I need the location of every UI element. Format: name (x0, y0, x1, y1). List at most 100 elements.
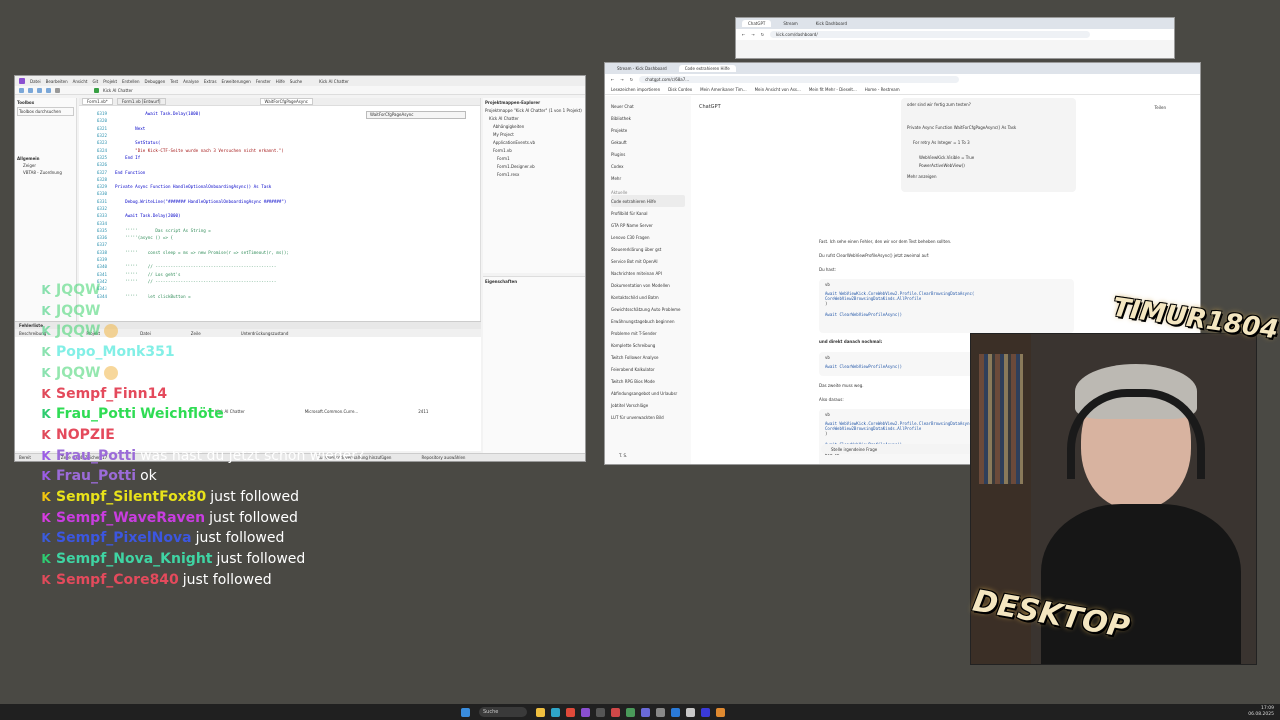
menu-item[interactable]: Suche (290, 79, 302, 84)
sidebar-nav-item[interactable]: Codex (611, 160, 685, 172)
solution-item[interactable]: Kick AI Chatter (485, 116, 585, 124)
bookmark-item[interactable]: Mein Amerikaner Tim... (700, 87, 746, 92)
code-area[interactable]: 6319 Await Task.Delay(1000) 6320 6321 Next… (79, 110, 480, 300)
url-field[interactable]: chatgpt.com/c/68a7... (639, 76, 960, 83)
system-clock[interactable]: 17:09 06.08.2025 (1248, 706, 1274, 718)
solution-item[interactable]: Form1.vb (485, 148, 585, 156)
chat-history-item[interactable]: Dokumentation von Modellen (611, 279, 685, 291)
solution-item[interactable]: Form1.Designer.vb (485, 164, 585, 172)
reload-icon[interactable]: ↻ (761, 32, 764, 37)
chat-history-item[interactable]: Lenovo C30 Fragen (611, 231, 685, 243)
chat-history-item[interactable]: Komplette Schreibung (611, 339, 685, 351)
chat-history-item[interactable]: Service Bot mit OpenAI (611, 255, 685, 267)
solution-item[interactable]: Abhängigkeiten (485, 124, 585, 132)
share-button[interactable]: Teilen (1155, 105, 1166, 110)
explorer-icon[interactable] (536, 707, 545, 717)
reload-icon[interactable]: ↻ (630, 77, 633, 82)
menu-item[interactable]: Debuggen (145, 79, 166, 84)
menu-item[interactable]: Hilfe (276, 79, 285, 84)
sidebar-nav-item[interactable]: Mehr (611, 172, 685, 184)
menu-item[interactable]: Projekt (103, 79, 117, 84)
solution-item[interactable]: Form1 (485, 156, 585, 164)
chat-history-item[interactable]: Steuererklärung über gst (611, 243, 685, 255)
app-icon[interactable] (611, 707, 620, 717)
tab-form1-design[interactable]: Form1.vb [Entwurf] (116, 98, 166, 105)
error-column-header[interactable]: Zeile (191, 331, 201, 336)
user-name[interactable]: T. S. (619, 453, 627, 458)
menu-item[interactable]: Git (92, 79, 98, 84)
solution-item[interactable]: ApplicationEvents.vb (485, 140, 585, 148)
app-icon[interactable] (656, 707, 665, 717)
menu-item[interactable]: Ansicht (73, 79, 88, 84)
bookmark-item[interactable]: Mein Ansicht von Ass... (755, 87, 801, 92)
app-icon[interactable] (641, 707, 650, 717)
chat-history-item[interactable]: Kontaktschild und Batm (611, 291, 685, 303)
solution-item[interactable]: Projektmappe "Kick AI Chatter" (1 von 1 … (485, 108, 585, 116)
chat-history-item[interactable]: Code extrahieren Hilfe (611, 195, 685, 207)
chat-history-item[interactable]: Erwähnungstagebuch beginnen (611, 315, 685, 327)
toolbox-item[interactable]: Zeiger (17, 163, 74, 168)
browser-tab[interactable]: Kick Dashboard (810, 20, 853, 27)
browser-tab[interactable]: Stream - Kick Dashboard (611, 65, 673, 72)
find-box[interactable]: WaitForCfgPageAsync (366, 111, 466, 119)
start-icon[interactable] (94, 87, 99, 93)
toolbox-group[interactable]: Allgemein (17, 156, 74, 161)
tab-form1-code[interactable]: Form1.vb* (82, 98, 113, 105)
back-arrow-icon[interactable]: ← (611, 77, 614, 82)
menu-item[interactable]: Fenster (256, 79, 271, 84)
toolbox-item[interactable]: VBTA8 - Zuordnung (17, 170, 74, 175)
chat-history-item[interactable]: Jobtitel Vorschläge (611, 399, 685, 411)
chat-history-item[interactable]: Twitch Follower Analyse (611, 351, 685, 363)
show-more-button[interactable]: Mehr anzeigen (907, 174, 1070, 179)
chat-history-item[interactable]: Profilbild für Kanal (611, 207, 685, 219)
chat-history-item[interactable]: Feierabend Kalkulator (611, 363, 685, 375)
browser-tab[interactable]: Stream (777, 20, 803, 27)
sidebar-nav-item[interactable]: Bibliothek (611, 112, 685, 124)
bookmark-item[interactable]: Mein fit Mehr - Dieselt... (809, 87, 857, 92)
app-icon[interactable] (716, 707, 725, 717)
error-column-header[interactable]: Datei (140, 331, 151, 336)
start-project-label[interactable]: Kick AI Chatter (103, 88, 133, 93)
start-icon[interactable] (461, 707, 470, 717)
status-repo[interactable]: Repository auswählen (421, 455, 465, 460)
browser-tab[interactable]: ChatGPT (742, 20, 772, 27)
menu-item[interactable]: Test (170, 79, 178, 84)
chat-history-item[interactable]: Nachrichten miteinan API (611, 267, 685, 279)
edge-icon[interactable] (551, 707, 560, 717)
toolbox-search[interactable]: Toolbox durchsuchen (17, 107, 74, 116)
forward-arrow-icon[interactable]: → (751, 32, 754, 37)
error-column-header[interactable]: Unterdrückungszustand (241, 331, 289, 336)
chat-history-item[interactable]: Abfindungsangebot und Urlaubsr (611, 387, 685, 399)
menu-item[interactable]: Extras (204, 79, 217, 84)
sidebar-nav-item[interactable]: Plugins (611, 148, 685, 160)
redo-icon[interactable] (55, 87, 60, 93)
menu-item[interactable]: Erstellen (122, 79, 140, 84)
sidebar-nav-item[interactable]: Gekauft (611, 136, 685, 148)
chat-history-item[interactable]: LUT für unverwackten Bild (611, 411, 685, 423)
bookmark-item[interactable]: Home - Restream (865, 87, 900, 92)
visual-studio-icon[interactable] (581, 707, 590, 717)
chat-history-item[interactable]: GTA RP Name Server (611, 219, 685, 231)
save-icon[interactable] (37, 87, 42, 93)
forward-arrow-icon[interactable]: → (620, 77, 623, 82)
app-icon[interactable] (626, 707, 635, 717)
chat-history-item[interactable]: Probleme mit T-Sender (611, 327, 685, 339)
member-dropdown[interactable]: WaitForCfgPageAsync (259, 98, 313, 105)
menu-item[interactable]: Analyse (183, 79, 199, 84)
undo-icon[interactable] (46, 87, 51, 93)
menu-item[interactable]: Erweiterungen (222, 79, 251, 84)
menu-item[interactable]: Datei (30, 79, 41, 84)
forward-icon[interactable] (28, 87, 33, 93)
browser-tab[interactable]: Code extrahieren Hilfe (678, 65, 736, 72)
chrome-icon[interactable] (566, 707, 575, 717)
solution-item[interactable]: Form1.resx (485, 172, 585, 180)
app-icon[interactable] (701, 707, 710, 717)
back-arrow-icon[interactable]: ← (742, 32, 745, 37)
url-field[interactable]: kick.com/dashboard/ (770, 31, 1091, 38)
chat-history-item[interactable]: Gewichtsschätzung Auto Probleme (611, 303, 685, 315)
app-icon[interactable] (671, 707, 680, 717)
bookmark-item[interactable]: Lesezeichen importieren (611, 87, 660, 92)
chat-history-item[interactable]: Twitch RPG Bios Mode (611, 375, 685, 387)
taskbar-search[interactable]: Suche (479, 707, 527, 717)
sidebar-nav-item[interactable]: Neuer Chat (611, 100, 685, 112)
